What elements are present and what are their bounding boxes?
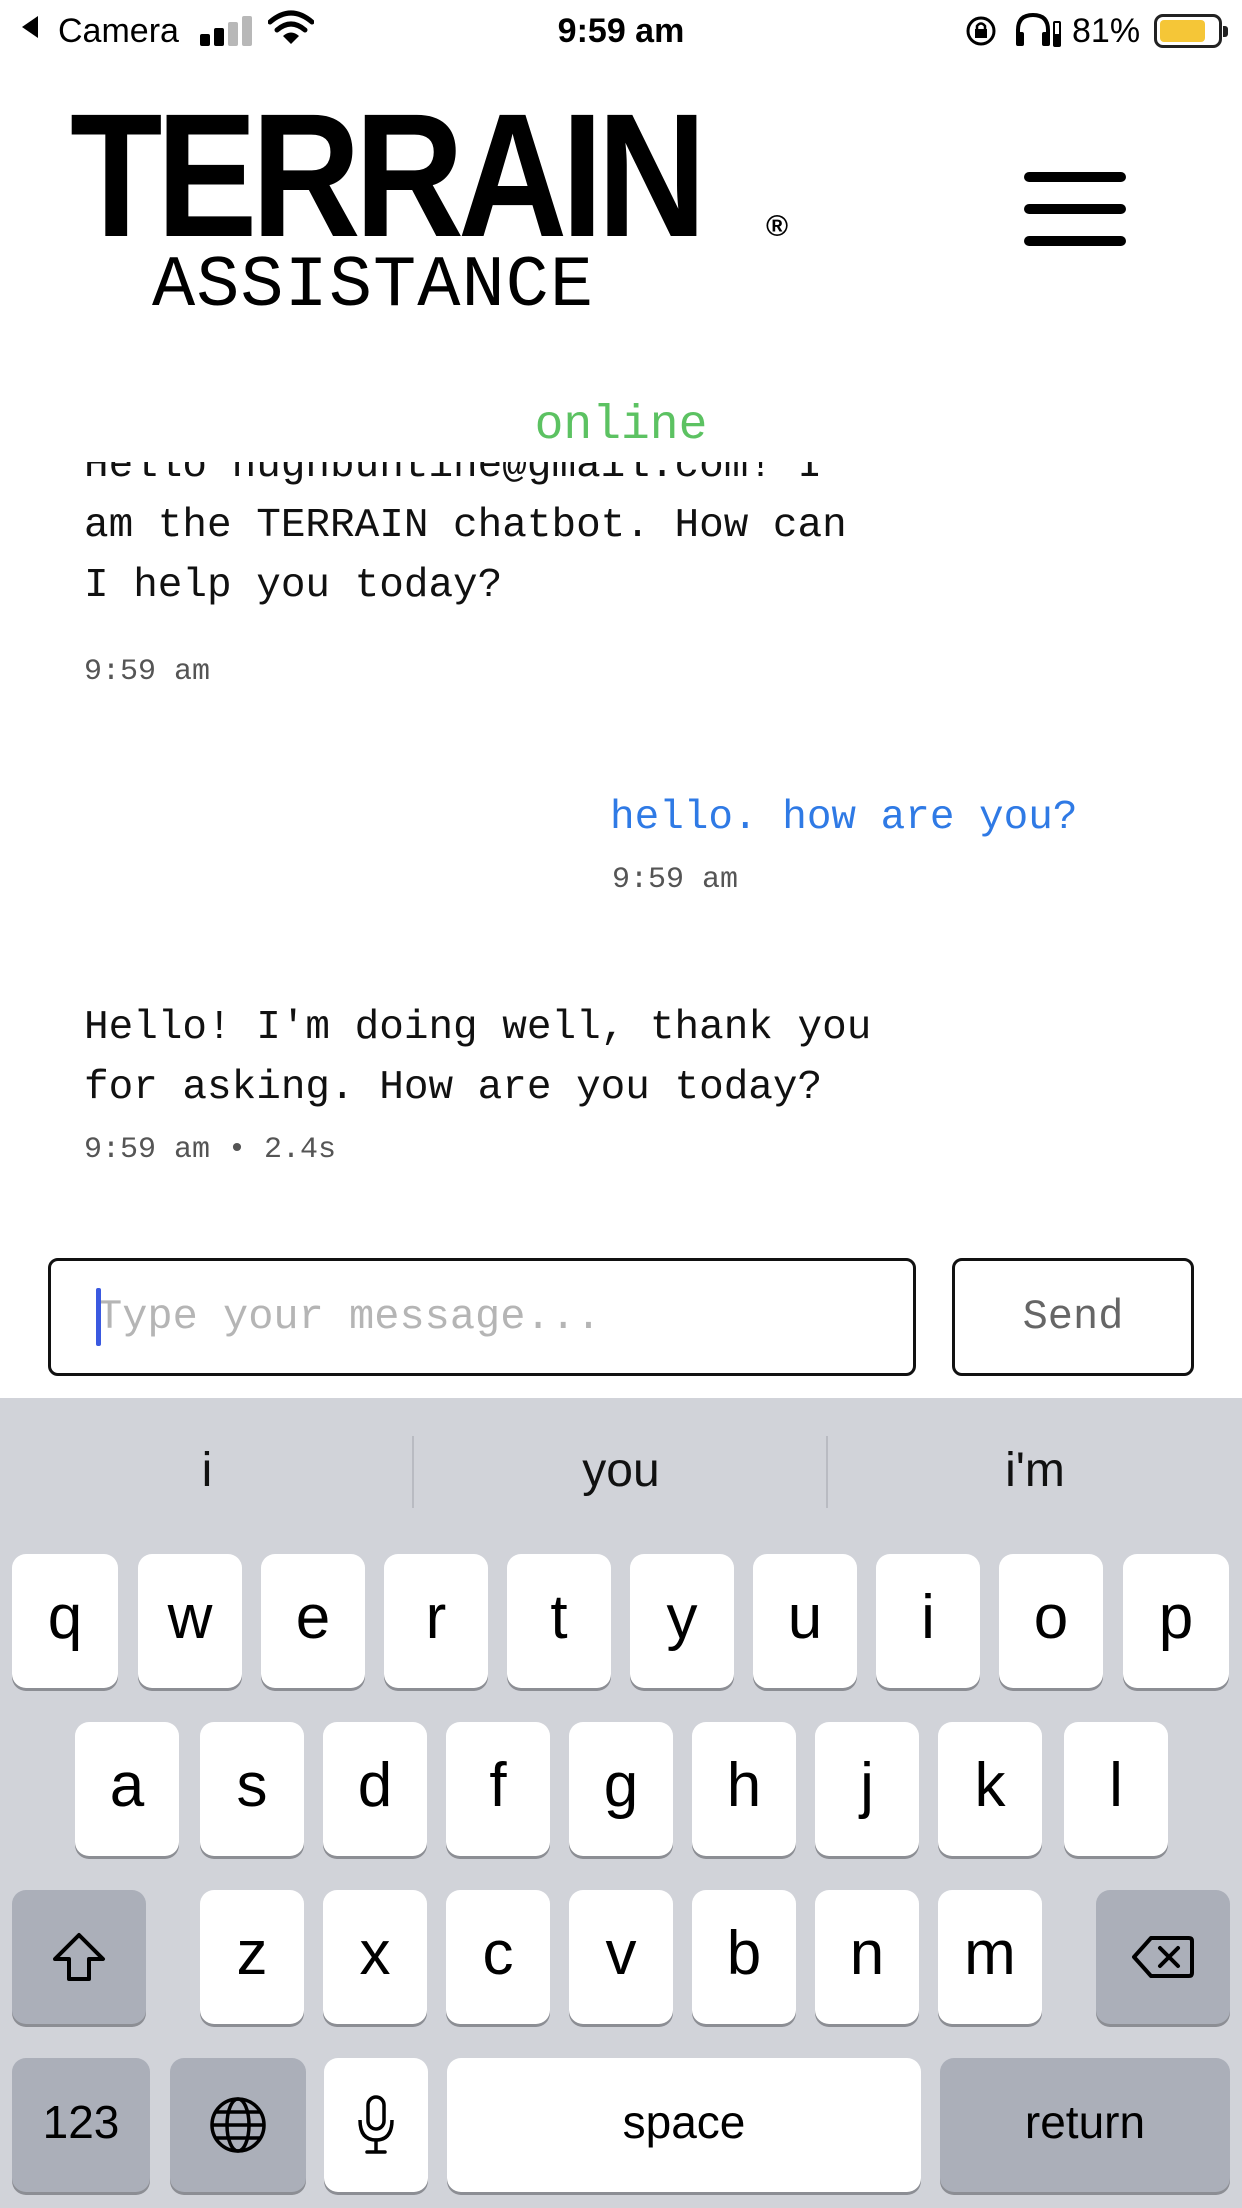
message-input[interactable] bbox=[48, 1258, 916, 1376]
key-d[interactable]: d bbox=[323, 1722, 427, 1856]
key-f[interactable]: f bbox=[446, 1722, 550, 1856]
key-h[interactable]: h bbox=[692, 1722, 796, 1856]
key-z[interactable]: z bbox=[200, 1890, 304, 2024]
key-k[interactable]: k bbox=[938, 1722, 1042, 1856]
suggestion-bar: i you i'm bbox=[0, 1398, 1242, 1548]
key-b[interactable]: b bbox=[692, 1890, 796, 2024]
online-status: online bbox=[534, 399, 708, 453]
key-n[interactable]: n bbox=[815, 1890, 919, 2024]
key-i[interactable]: i bbox=[876, 1554, 980, 1688]
key-v[interactable]: v bbox=[569, 1890, 673, 2024]
globe-key[interactable] bbox=[170, 2058, 306, 2192]
key-p[interactable]: p bbox=[1123, 1554, 1229, 1688]
key-w[interactable]: w bbox=[138, 1554, 242, 1688]
key-x[interactable]: x bbox=[323, 1890, 427, 2024]
hamburger-menu-icon[interactable] bbox=[1024, 172, 1126, 246]
key-r[interactable]: r bbox=[384, 1554, 488, 1688]
orientation-lock-icon bbox=[966, 16, 996, 46]
shift-key[interactable] bbox=[12, 1890, 146, 2024]
logo-title: TERRAIN bbox=[70, 78, 707, 274]
key-j[interactable]: j bbox=[815, 1722, 919, 1856]
key-q[interactable]: q bbox=[12, 1554, 118, 1688]
backspace-icon bbox=[1132, 1936, 1194, 1978]
bot-message: Hello! I'm doing well, thank you for ask… bbox=[84, 1005, 872, 1111]
suggestion-item[interactable]: i'm bbox=[828, 1438, 1242, 1504]
bot-message: Hello hughbuntine@gmail.com! I am the TE… bbox=[84, 462, 847, 609]
suggestion-item[interactable]: i bbox=[0, 1438, 414, 1504]
text-cursor bbox=[96, 1288, 101, 1346]
space-key[interactable]: space bbox=[447, 2058, 921, 2192]
message-timestamp: 9:59 am • 2.4s bbox=[84, 1133, 337, 1167]
key-l[interactable]: l bbox=[1064, 1722, 1168, 1856]
message-timestamp: 9:59 am bbox=[84, 655, 211, 689]
message-timestamp: 9:59 am bbox=[612, 863, 739, 897]
microphone-key[interactable] bbox=[324, 2058, 428, 2192]
microphone-icon bbox=[358, 2095, 394, 2154]
suggestion-item[interactable]: you bbox=[414, 1438, 828, 1504]
key-o[interactable]: o bbox=[999, 1554, 1103, 1688]
key-g[interactable]: g bbox=[569, 1722, 673, 1856]
return-key[interactable]: return bbox=[940, 2058, 1230, 2192]
keyboard: i you i'm q w e r t y u i o p a s d f g … bbox=[0, 1398, 1242, 2208]
status-bar: Camera 9:59 am 81% bbox=[0, 0, 1242, 62]
logo-registered-mark: ® bbox=[766, 210, 789, 243]
backspace-key[interactable] bbox=[1096, 1890, 1230, 2024]
key-a[interactable]: a bbox=[75, 1722, 179, 1856]
send-button[interactable]: Send bbox=[952, 1258, 1194, 1376]
key-m[interactable]: m bbox=[938, 1890, 1042, 2024]
key-c[interactable]: c bbox=[446, 1890, 550, 2024]
chat-history[interactable]: Hello hughbuntine@gmail.com! I am the TE… bbox=[0, 462, 1242, 1232]
shift-icon bbox=[53, 1933, 105, 1981]
battery-icon bbox=[1154, 14, 1228, 48]
user-message: hello. how are you? bbox=[610, 795, 1078, 841]
key-t[interactable]: t bbox=[507, 1554, 611, 1688]
key-s[interactable]: s bbox=[200, 1722, 304, 1856]
headphones-icon bbox=[1016, 12, 1061, 47]
terrain-logo: TERRAIN ® ASSISTANCE bbox=[70, 78, 810, 327]
key-y[interactable]: y bbox=[630, 1554, 734, 1688]
logo-subtitle: ASSISTANCE bbox=[152, 245, 595, 327]
numbers-key[interactable]: 123 bbox=[12, 2058, 150, 2192]
key-u[interactable]: u bbox=[753, 1554, 857, 1688]
battery-fill bbox=[1160, 20, 1205, 42]
globe-icon bbox=[210, 2097, 266, 2153]
key-e[interactable]: e bbox=[261, 1554, 365, 1688]
battery-percent: 81% bbox=[1072, 12, 1141, 50]
